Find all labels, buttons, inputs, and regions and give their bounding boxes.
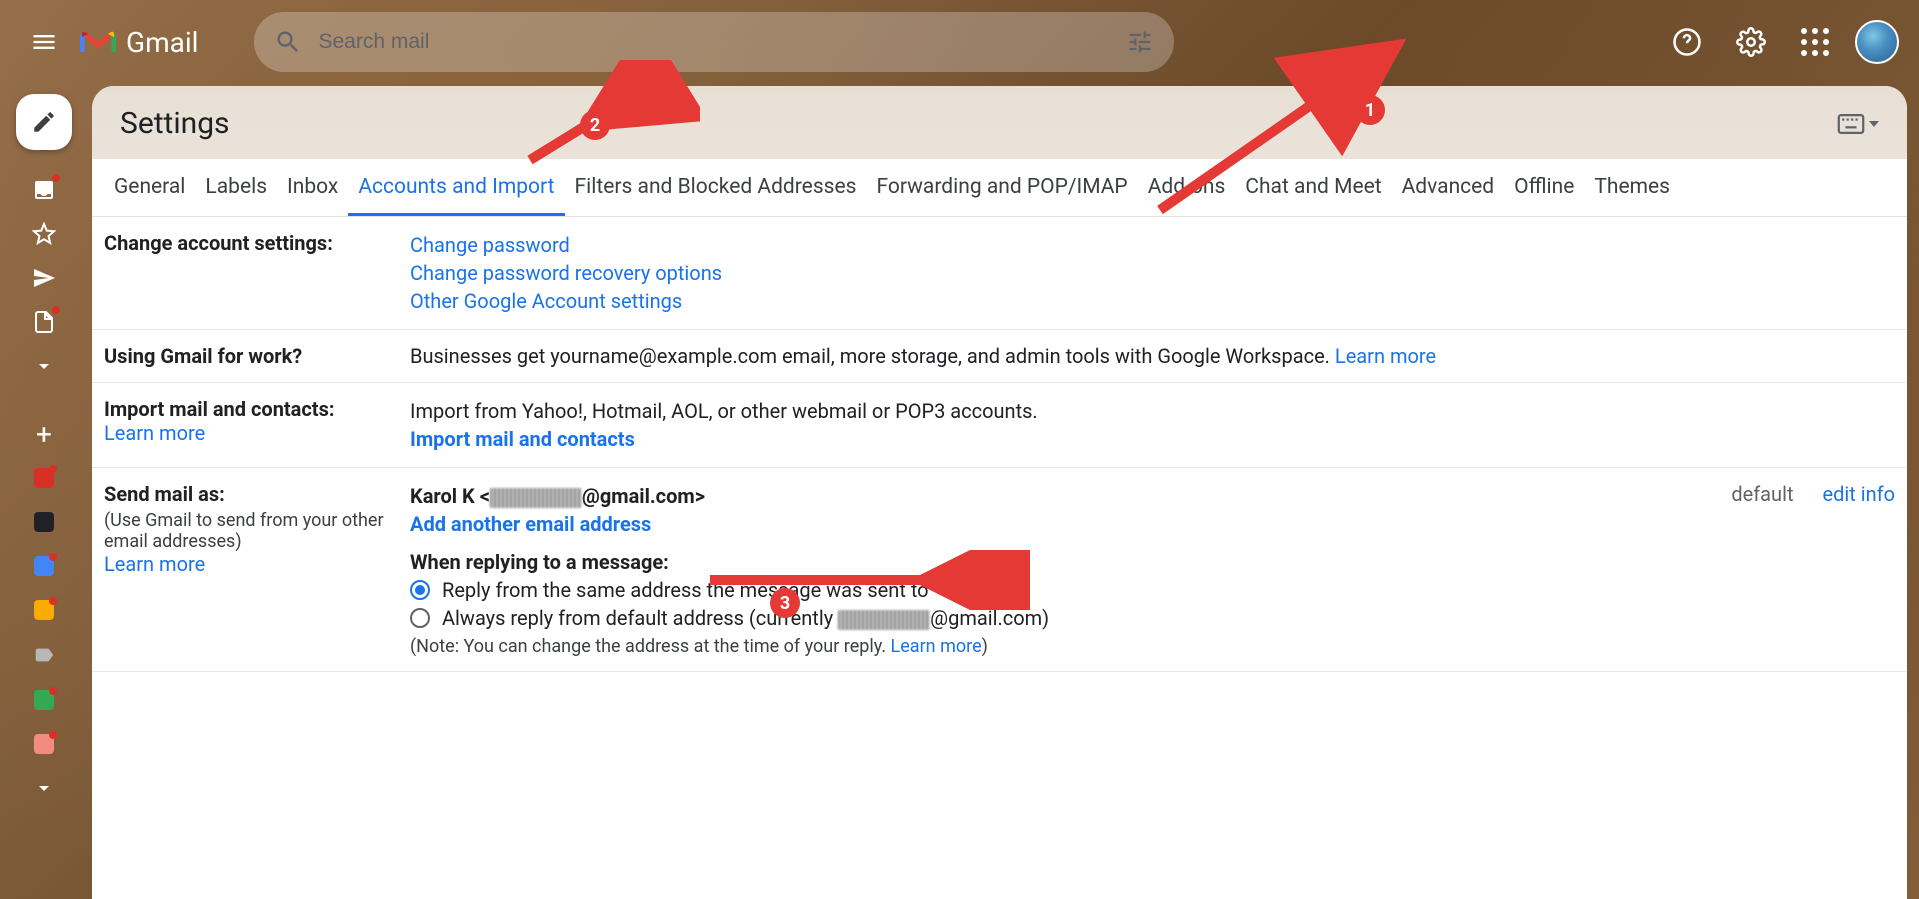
import-label: Import mail and contacts: bbox=[104, 397, 334, 421]
import-mail-contacts-link[interactable]: Import mail and contacts bbox=[410, 427, 635, 451]
tab-general[interactable]: General bbox=[104, 159, 195, 216]
annotation-badge-2: 2 bbox=[580, 110, 610, 140]
drafts-icon[interactable] bbox=[24, 302, 64, 342]
identity-email-blurred bbox=[490, 488, 582, 508]
search-options-icon[interactable] bbox=[1126, 28, 1154, 56]
annotation-badge-3: 3 bbox=[770, 588, 800, 618]
main-menu-button[interactable] bbox=[20, 18, 68, 66]
reply-heading: When replying to a message: bbox=[410, 548, 1695, 576]
tab-forwarding-and-pop-imap[interactable]: Forwarding and POP/IMAP bbox=[866, 159, 1137, 216]
import-description: Import from Yahoo!, Hotmail, AOL, or oth… bbox=[410, 397, 1895, 425]
label-blue[interactable] bbox=[34, 556, 54, 576]
labels-more-chevron[interactable] bbox=[24, 768, 64, 808]
sent-icon[interactable] bbox=[24, 258, 64, 298]
inbox-icon[interactable] bbox=[24, 170, 64, 210]
gmail-text: Gmail bbox=[126, 26, 198, 59]
radio-unchecked-icon bbox=[410, 608, 430, 628]
identity-default-text: default bbox=[1731, 482, 1793, 506]
compose-button[interactable] bbox=[16, 94, 72, 150]
using-gmail-work-label: Using Gmail for work? bbox=[104, 344, 410, 368]
label-black[interactable] bbox=[34, 512, 54, 532]
reply-same-address-option[interactable]: Reply from the same address the message … bbox=[410, 576, 1695, 604]
search-icon bbox=[274, 28, 302, 56]
edit-info-link[interactable]: edit info bbox=[1822, 482, 1895, 506]
identity-suffix: @gmail.com> bbox=[582, 484, 705, 508]
label-orange[interactable] bbox=[34, 600, 54, 620]
starred-icon[interactable] bbox=[24, 214, 64, 254]
work-description: Businesses get yourname@example.com emai… bbox=[410, 344, 1335, 368]
default-email-blurred bbox=[838, 610, 930, 630]
label-red[interactable] bbox=[34, 468, 54, 488]
change-password-link[interactable]: Change password bbox=[410, 233, 570, 257]
create-label-button[interactable]: + bbox=[24, 414, 64, 454]
gmail-m-icon bbox=[80, 28, 116, 56]
change-account-label: Change account settings: bbox=[104, 231, 410, 315]
label-pink[interactable] bbox=[34, 734, 54, 754]
send-mail-as-sub: (Use Gmail to send from your other email… bbox=[104, 510, 410, 552]
send-as-learn-more-link[interactable]: Learn more bbox=[104, 552, 205, 576]
reply-note-prefix: (Note: You can change the address at the… bbox=[410, 636, 891, 657]
tab-offline[interactable]: Offline bbox=[1504, 159, 1584, 216]
label-green[interactable] bbox=[34, 690, 54, 710]
tab-themes[interactable]: Themes bbox=[1584, 159, 1680, 216]
tab-filters-and-blocked-addresses[interactable]: Filters and Blocked Addresses bbox=[565, 159, 867, 216]
identity-name: Karol K bbox=[410, 484, 475, 508]
label-tag-grey[interactable] bbox=[33, 644, 55, 666]
tab-chat-and-meet[interactable]: Chat and Meet bbox=[1235, 159, 1391, 216]
reply-default-address-option[interactable]: Always reply from default address (curre… bbox=[410, 604, 1695, 632]
work-learn-more-link[interactable]: Learn more bbox=[1335, 344, 1436, 368]
more-chevron[interactable] bbox=[24, 346, 64, 386]
tab-advanced[interactable]: Advanced bbox=[1392, 159, 1505, 216]
send-mail-as-label: Send mail as: bbox=[104, 482, 225, 506]
import-learn-more-link[interactable]: Learn more bbox=[104, 421, 205, 445]
tab-accounts-and-import[interactable]: Accounts and Import bbox=[348, 159, 564, 216]
change-recovery-link[interactable]: Change password recovery options bbox=[410, 261, 722, 285]
other-account-settings-link[interactable]: Other Google Account settings bbox=[410, 289, 682, 313]
tab-labels[interactable]: Labels bbox=[195, 159, 277, 216]
input-tools-toggle[interactable] bbox=[1837, 114, 1879, 134]
page-title: Settings bbox=[120, 106, 230, 141]
settings-button[interactable] bbox=[1727, 18, 1775, 66]
search-bar[interactable] bbox=[254, 12, 1174, 72]
apps-grid-icon bbox=[1801, 28, 1829, 56]
settings-tabs: GeneralLabelsInboxAccounts and ImportFil… bbox=[92, 159, 1907, 217]
support-button[interactable] bbox=[1663, 18, 1711, 66]
gmail-logo[interactable]: Gmail bbox=[80, 26, 198, 59]
account-avatar[interactable] bbox=[1855, 20, 1899, 64]
reply-note-learn-more-link[interactable]: Learn more bbox=[891, 636, 982, 657]
tab-add-ons[interactable]: Add-ons bbox=[1138, 159, 1236, 216]
tab-inbox[interactable]: Inbox bbox=[277, 159, 348, 216]
search-input[interactable] bbox=[318, 30, 1110, 54]
keyboard-icon bbox=[1837, 114, 1865, 134]
radio-checked-icon bbox=[410, 580, 430, 600]
annotation-badge-1: 1 bbox=[1355, 95, 1385, 125]
caret-down-icon bbox=[1869, 121, 1879, 127]
google-apps-button[interactable] bbox=[1791, 18, 1839, 66]
add-another-email-link[interactable]: Add another email address bbox=[410, 512, 651, 536]
